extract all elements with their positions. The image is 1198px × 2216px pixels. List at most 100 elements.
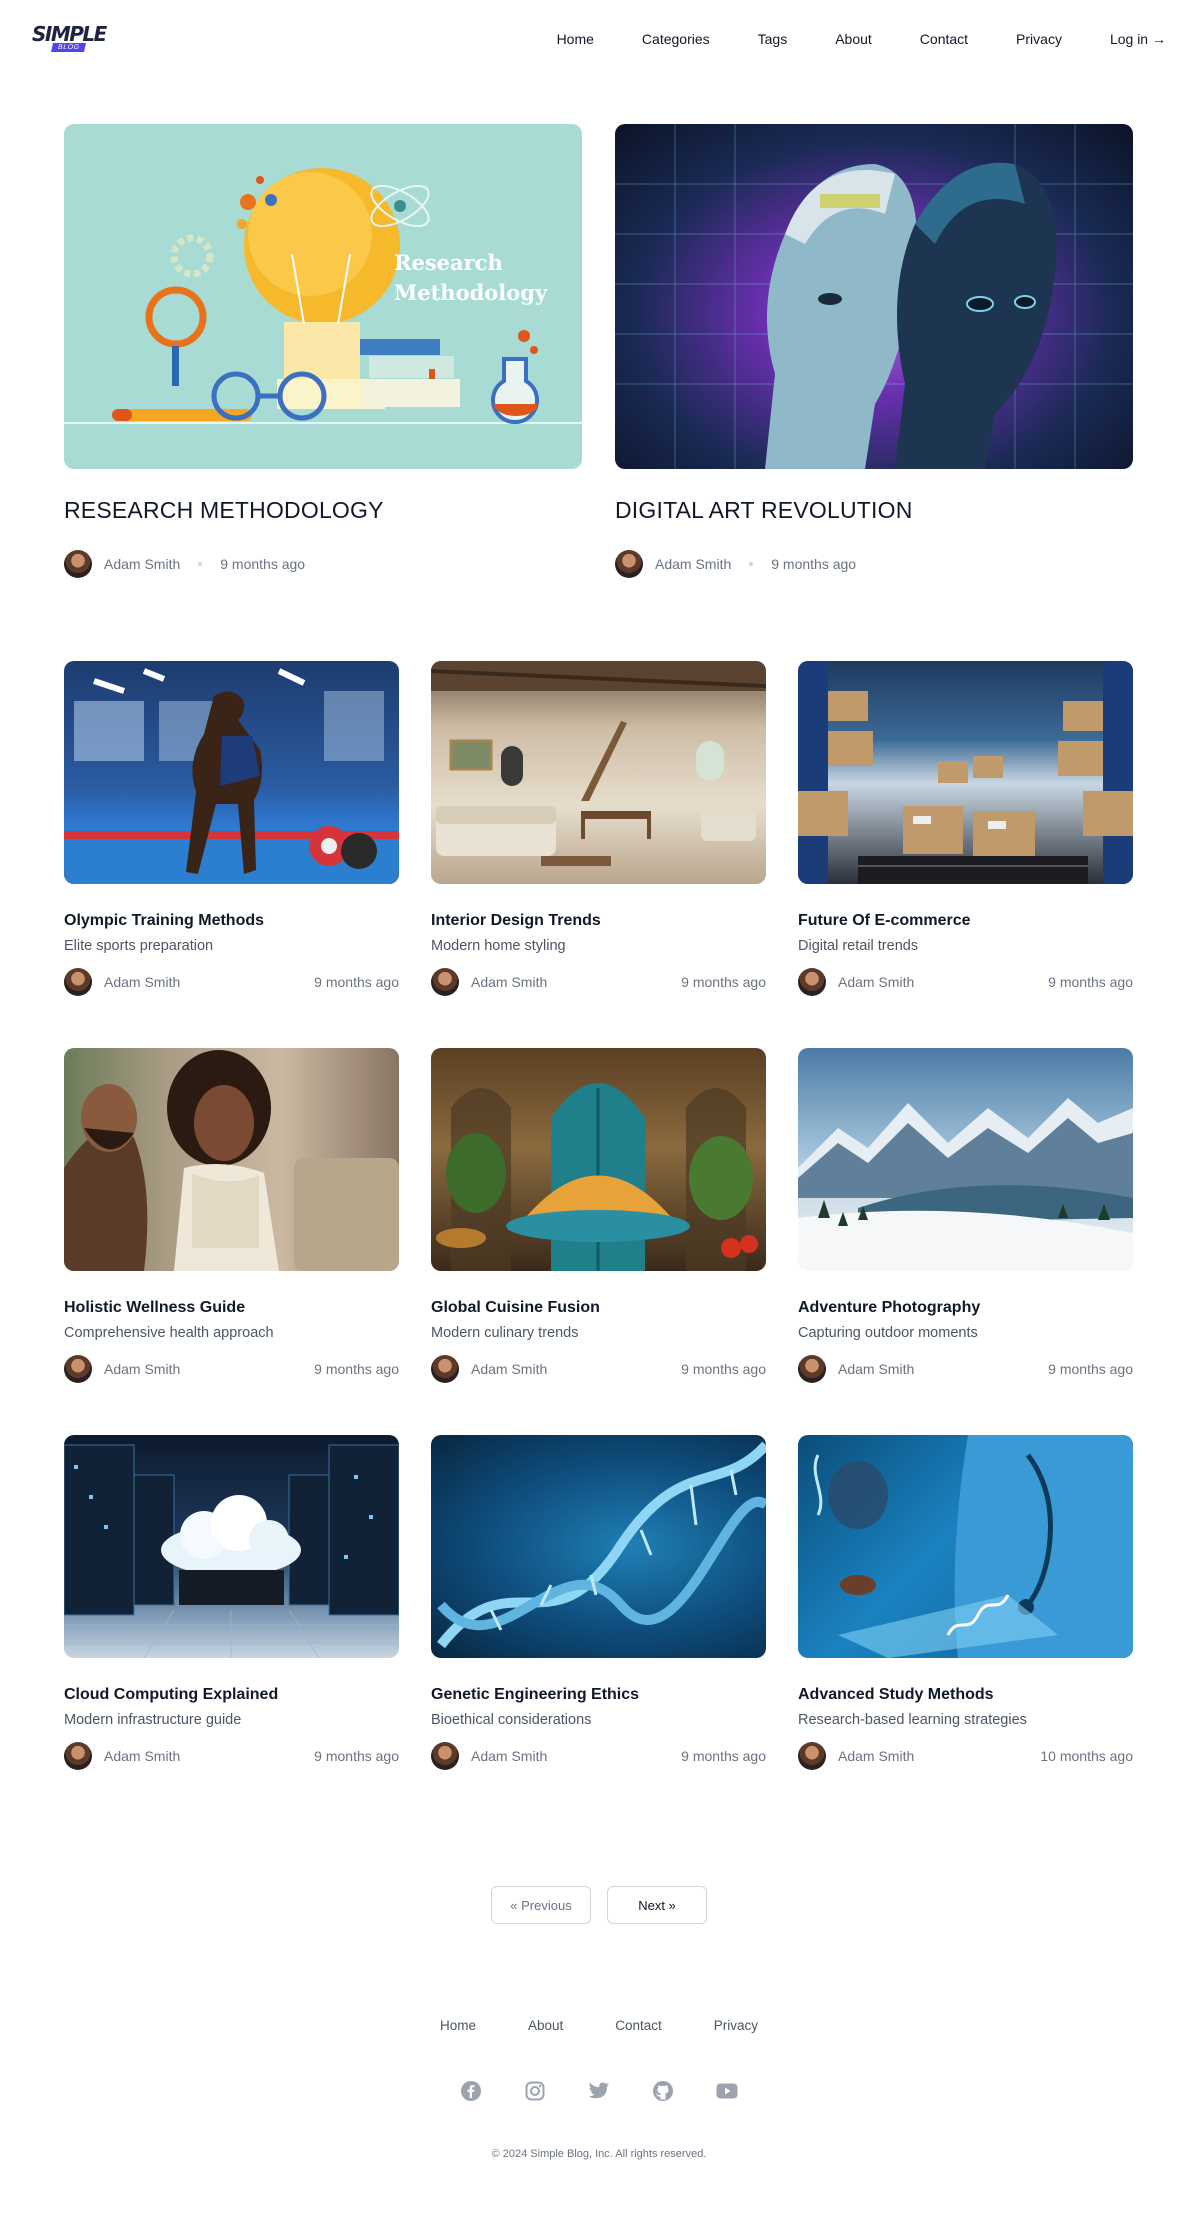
post-image-interior[interactable] <box>431 661 766 884</box>
post-title[interactable]: Advanced Study Methods <box>798 1686 1133 1704</box>
author-name[interactable]: Adam Smith <box>838 1748 914 1764</box>
post-meta: Adam Smith 9 months ago <box>798 1355 1133 1383</box>
post-image-adventure[interactable] <box>798 1048 1133 1271</box>
post-time: 9 months ago <box>314 1361 399 1377</box>
post-image-cloud[interactable] <box>64 1435 399 1658</box>
post-image-olympic[interactable] <box>64 661 399 884</box>
post-card[interactable]: Cloud Computing Explained Modern infrast… <box>64 1435 399 1770</box>
image-text-methodology: Methodology <box>394 280 548 305</box>
post-meta: Adam Smith 9 months ago <box>798 968 1133 996</box>
previous-page-button[interactable]: « Previous <box>491 1886 591 1924</box>
post-title[interactable]: Olympic Training Methods <box>64 912 399 930</box>
post-subtitle: Research-based learning strategies <box>798 1712 1027 1728</box>
post-time: 9 months ago <box>1048 1361 1133 1377</box>
post-time: 9 months ago <box>681 1361 766 1377</box>
avatar[interactable] <box>798 1355 826 1383</box>
post-subtitle: Comprehensive health approach <box>64 1325 274 1341</box>
nav-contact[interactable]: Contact <box>920 31 968 47</box>
footer-nav: Home About Contact Privacy <box>0 2018 1198 2033</box>
post-title[interactable]: Holistic Wellness Guide <box>64 1299 399 1317</box>
post-meta: Adam Smith 9 months ago <box>64 968 399 996</box>
post-title[interactable]: Adventure Photography <box>798 1299 1133 1317</box>
nav-privacy[interactable]: Privacy <box>1016 31 1062 47</box>
facebook-icon[interactable] <box>460 2080 482 2102</box>
avatar[interactable] <box>615 550 643 578</box>
post-time: 9 months ago <box>314 1748 399 1764</box>
post-time: 9 months ago <box>314 974 399 990</box>
author-name[interactable]: Adam Smith <box>471 974 547 990</box>
post-image-digital-art[interactable] <box>615 124 1133 469</box>
post-subtitle: Modern home styling <box>431 938 566 954</box>
post-title[interactable]: Interior Design Trends <box>431 912 766 930</box>
post-image-cuisine[interactable] <box>431 1048 766 1271</box>
logo-tag: BLOG <box>51 43 87 52</box>
author-name[interactable]: Adam Smith <box>104 1361 180 1377</box>
avatar[interactable] <box>64 968 92 996</box>
post-card[interactable]: Adventure Photography Capturing outdoor … <box>798 1048 1133 1383</box>
author-name[interactable]: Adam Smith <box>838 1361 914 1377</box>
post-image-wellness[interactable] <box>64 1048 399 1271</box>
post-time: 9 months ago <box>681 974 766 990</box>
post-card[interactable]: Future Of E-commerce Digital retail tren… <box>798 661 1133 996</box>
image-text-research: Research <box>394 250 503 275</box>
post-image-study[interactable] <box>798 1435 1133 1658</box>
author-name[interactable]: Adam Smith <box>104 1748 180 1764</box>
post-card[interactable]: Holistic Wellness Guide Comprehensive he… <box>64 1048 399 1383</box>
nav-categories[interactable]: Categories <box>642 31 710 47</box>
post-image-ecommerce[interactable] <box>798 661 1133 884</box>
author-name[interactable]: Adam Smith <box>655 556 731 572</box>
avatar[interactable] <box>431 1355 459 1383</box>
avatar[interactable] <box>798 968 826 996</box>
avatar[interactable] <box>798 1742 826 1770</box>
author-name[interactable]: Adam Smith <box>471 1748 547 1764</box>
author-name[interactable]: Adam Smith <box>838 974 914 990</box>
next-page-button[interactable]: Next » <box>607 1886 707 1924</box>
footer-link-home[interactable]: Home <box>440 2018 476 2033</box>
footer-link-about[interactable]: About <box>528 2018 563 2033</box>
separator-dot <box>198 562 203 566</box>
post-meta: Adam Smith 9 months ago <box>431 1742 766 1770</box>
avatar[interactable] <box>64 1742 92 1770</box>
post-grid: Olympic Training Methods Elite sports pr… <box>64 661 1134 1770</box>
featured-post[interactable]: Research Methodology RESEARCH METHODOLOG… <box>64 124 582 578</box>
post-card[interactable]: Advanced Study Methods Research-based le… <box>798 1435 1133 1770</box>
post-image-genetic[interactable] <box>431 1435 766 1658</box>
author-name[interactable]: Adam Smith <box>104 556 180 572</box>
post-title[interactable]: DIGITAL ART REVOLUTION <box>615 497 1133 524</box>
post-title[interactable]: Cloud Computing Explained <box>64 1686 399 1704</box>
post-time: 9 months ago <box>681 1748 766 1764</box>
nav-login[interactable]: Log in → <box>1110 31 1166 47</box>
twitter-icon[interactable] <box>588 2080 610 2102</box>
post-title[interactable]: RESEARCH METHODOLOGY <box>64 497 582 524</box>
post-card[interactable]: Olympic Training Methods Elite sports pr… <box>64 661 399 996</box>
post-card[interactable]: Interior Design Trends Modern home styli… <box>431 661 766 996</box>
site-logo[interactable]: SIMPLE BLOG <box>32 21 107 57</box>
avatar[interactable] <box>431 1742 459 1770</box>
footer-link-contact[interactable]: Contact <box>615 2018 662 2033</box>
nav-about[interactable]: About <box>835 31 872 47</box>
nav-home[interactable]: Home <box>557 31 594 47</box>
avatar[interactable] <box>431 968 459 996</box>
nav-tags[interactable]: Tags <box>758 31 788 47</box>
featured-post[interactable]: DIGITAL ART REVOLUTION Adam Smith 9 mont… <box>615 124 1133 578</box>
post-title[interactable]: Genetic Engineering Ethics <box>431 1686 766 1704</box>
post-title[interactable]: Global Cuisine Fusion <box>431 1299 766 1317</box>
post-card[interactable]: Genetic Engineering Ethics Bioethical co… <box>431 1435 766 1770</box>
post-card[interactable]: Global Cuisine Fusion Modern culinary tr… <box>431 1048 766 1383</box>
footer-link-privacy[interactable]: Privacy <box>714 2018 758 2033</box>
author-name[interactable]: Adam Smith <box>471 1361 547 1377</box>
post-title[interactable]: Future Of E-commerce <box>798 912 1133 930</box>
author-name[interactable]: Adam Smith <box>104 974 180 990</box>
post-time: 9 months ago <box>1048 974 1133 990</box>
github-icon[interactable] <box>652 2080 674 2102</box>
social-links <box>0 2080 1198 2102</box>
post-time: 10 months ago <box>1040 1748 1133 1764</box>
instagram-icon[interactable] <box>524 2080 546 2102</box>
post-image-research[interactable]: Research Methodology <box>64 124 582 469</box>
copyright-text: © 2024 Simple Blog, Inc. All rights rese… <box>491 2148 707 2160</box>
youtube-icon[interactable] <box>716 2080 738 2102</box>
avatar[interactable] <box>64 550 92 578</box>
post-meta: Adam Smith 10 months ago <box>798 1742 1133 1770</box>
avatar[interactable] <box>64 1355 92 1383</box>
site-header: SIMPLE BLOG Home Categories Tags About C… <box>0 0 1198 78</box>
